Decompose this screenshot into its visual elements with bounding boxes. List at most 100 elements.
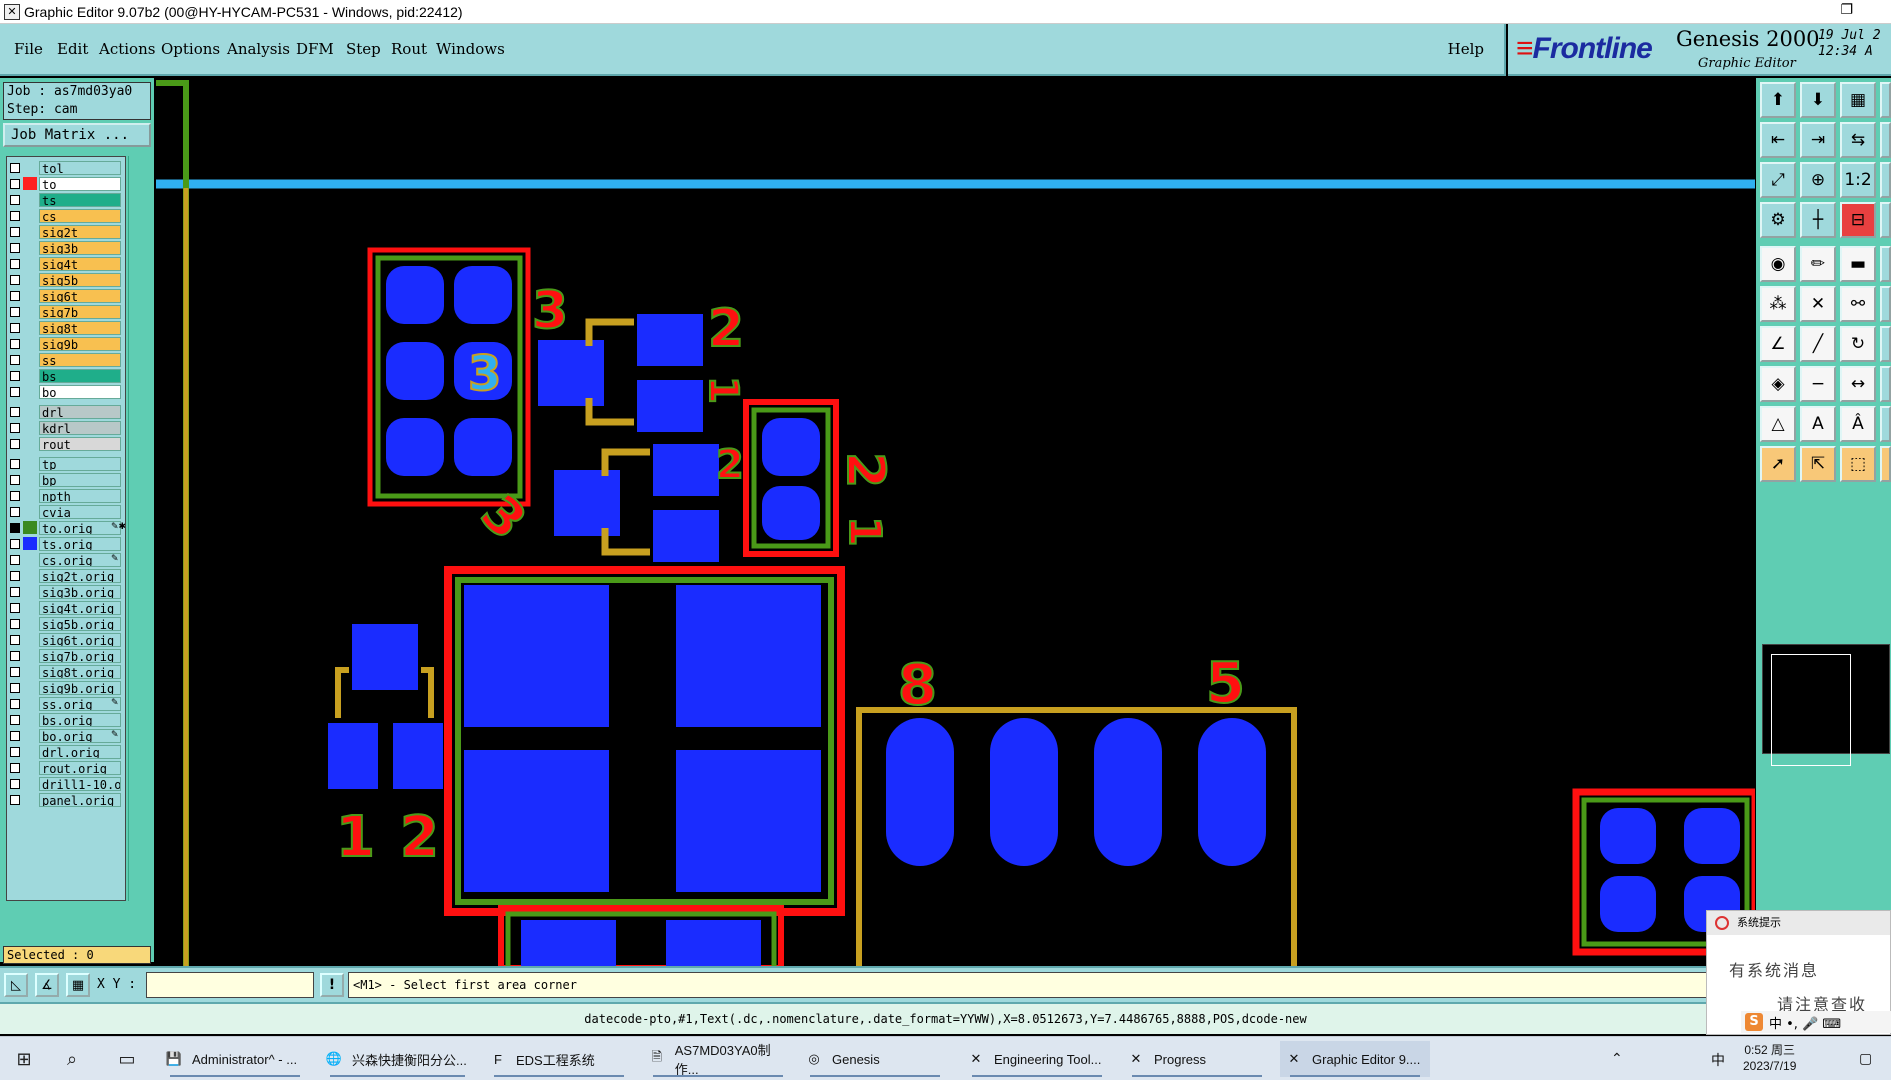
layer-color-swatch[interactable]	[23, 257, 37, 270]
line-icon[interactable]: ╱	[1800, 326, 1836, 362]
layer-checkbox[interactable]	[10, 538, 20, 549]
layer-row[interactable]: tol	[7, 160, 125, 175]
layer-name[interactable]: ts	[39, 192, 121, 207]
menu-help[interactable]: Help	[1448, 40, 1484, 58]
minus-icon[interactable]: −	[1800, 366, 1836, 402]
layer-checkbox[interactable]	[10, 370, 20, 381]
toolbar-overflow-button[interactable]	[1880, 162, 1891, 198]
menu-edit[interactable]: Edit	[57, 40, 88, 58]
toolbar-overflow-button[interactable]	[1880, 446, 1891, 482]
notification-center-icon[interactable]: ▢	[1859, 1050, 1872, 1067]
layer-checkbox[interactable]	[10, 258, 20, 269]
graphic-canvas[interactable]: 3 2 1 2 3 2 1 3 8 5 1 2	[156, 78, 1755, 966]
layer-color-swatch[interactable]	[23, 161, 37, 174]
layer-checkbox[interactable]	[10, 354, 20, 365]
layer-row[interactable]: tp	[7, 456, 125, 471]
link-icon[interactable]: ⚯	[1840, 286, 1876, 322]
taskbar-item[interactable]: 🌐 兴森快捷衡阳分公...	[320, 1041, 475, 1077]
search-icon[interactable]: ⌕	[60, 1047, 84, 1071]
tools-icon[interactable]: ⚙	[1760, 202, 1796, 238]
layer-checkbox[interactable]	[10, 422, 20, 433]
layer-checkbox[interactable]	[10, 438, 20, 449]
layer-name[interactable]: sig4t	[39, 256, 121, 271]
layer-color-swatch[interactable]	[23, 713, 37, 726]
layer-color-swatch[interactable]	[23, 665, 37, 678]
layer-name[interactable]: sig9b.orig	[39, 680, 121, 695]
menu-analysis[interactable]: Analysis	[227, 40, 290, 58]
select-area-icon[interactable]: ⬚	[1840, 446, 1876, 482]
node-icon[interactable]: ⁂	[1760, 286, 1796, 322]
layer-name[interactable]: npth	[39, 488, 121, 503]
layer-checkbox[interactable]	[10, 522, 20, 533]
layer-row[interactable]: sig6t.orig	[7, 632, 125, 647]
layer-name[interactable]: rout	[39, 436, 121, 451]
system-notification[interactable]: 系统提示 有系统消息 请注意查收 S 中 •, 🎤 ⌨	[1706, 910, 1891, 1035]
layer-color-swatch[interactable]	[23, 489, 37, 502]
layer-color-swatch[interactable]	[23, 473, 37, 486]
layer-row[interactable]: ss	[7, 352, 125, 367]
layer-row[interactable]: cvia	[7, 504, 125, 519]
menu-rout[interactable]: Rout	[391, 40, 427, 58]
layer-color-swatch[interactable]	[23, 209, 37, 222]
layer-checkbox[interactable]	[10, 306, 20, 317]
layer-checkbox[interactable]	[10, 162, 20, 173]
pen-icon[interactable]: ✏	[1800, 246, 1836, 282]
taskbar-item[interactable]: ◎ Genesis	[800, 1041, 950, 1077]
layer-row[interactable]: bs	[7, 368, 125, 383]
select-icon[interactable]: ⇱	[1800, 446, 1836, 482]
layer-checkbox[interactable]	[10, 178, 20, 189]
layer-row[interactable]: sig8t	[7, 320, 125, 335]
layer-checkbox[interactable]	[10, 698, 20, 709]
layer-color-swatch[interactable]	[23, 777, 37, 790]
layer-row[interactable]: npth	[7, 488, 125, 503]
layer-row[interactable]: sig2t	[7, 224, 125, 239]
flip-left-icon[interactable]: ⇤	[1760, 122, 1796, 158]
taskbar-item[interactable]: F EDS工程系统	[484, 1041, 634, 1077]
layer-row[interactable]: bp	[7, 472, 125, 487]
menu-options[interactable]: Options	[161, 40, 220, 58]
layer-color-swatch[interactable]	[23, 421, 37, 434]
angle-snap-icon[interactable]: ∡	[35, 973, 59, 997]
layer-name[interactable]: bo	[39, 384, 121, 399]
layer-checkbox[interactable]	[10, 666, 20, 677]
layer-color-swatch[interactable]	[23, 289, 37, 302]
taskbar-item[interactable]: ✕ Engineering Tool...	[962, 1041, 1112, 1077]
layer-color-swatch[interactable]	[23, 537, 37, 550]
layer-color-swatch[interactable]	[23, 353, 37, 366]
menu-dfm[interactable]: DFM	[296, 40, 334, 58]
layer-color-swatch[interactable]	[23, 505, 37, 518]
layer-color-swatch[interactable]	[23, 569, 37, 582]
layer-color-swatch[interactable]	[23, 745, 37, 758]
layer-row[interactable]: ts	[7, 192, 125, 207]
grid-icon[interactable]: ▦	[1840, 82, 1876, 118]
layer-color-swatch[interactable]	[23, 649, 37, 662]
cross-grid-icon[interactable]: ┼	[1800, 202, 1836, 238]
layer-color-swatch[interactable]	[23, 457, 37, 470]
layer-name[interactable]: sig2t	[39, 224, 121, 239]
layer-row[interactable]: cs	[7, 208, 125, 223]
layer-row[interactable]: bo.orig ✎	[7, 728, 125, 743]
layer-name[interactable]: drill1-10.o	[39, 776, 121, 791]
layer-checkbox[interactable]	[10, 338, 20, 349]
layer-checkbox[interactable]	[10, 210, 20, 221]
layer-checkbox[interactable]	[10, 762, 20, 773]
layer-checkbox[interactable]	[10, 634, 20, 645]
layer-name[interactable]: kdrl	[39, 420, 121, 435]
taskbar-item[interactable]: ✕ Graphic Editor 9....	[1280, 1041, 1430, 1077]
layer-name[interactable]: sig7b.orig	[39, 648, 121, 663]
layer-name[interactable]: sig4t.orig	[39, 600, 121, 615]
layer-checkbox[interactable]	[10, 570, 20, 581]
layer-checkbox[interactable]	[10, 794, 20, 805]
layer-up-icon[interactable]: ⬆	[1760, 82, 1796, 118]
layer-color-swatch[interactable]	[23, 617, 37, 630]
menu-file[interactable]: File	[14, 40, 43, 58]
ime-toolbar[interactable]: S 中 •, 🎤 ⌨	[1741, 1011, 1891, 1033]
layer-color-swatch[interactable]	[23, 761, 37, 774]
layer-checkbox[interactable]	[10, 778, 20, 789]
layer-row[interactable]: drl.orig	[7, 744, 125, 759]
layer-color-swatch[interactable]	[23, 601, 37, 614]
layer-checkbox[interactable]	[10, 194, 20, 205]
layer-color-swatch[interactable]	[23, 553, 37, 566]
layer-row[interactable]: to.orig ✎✱	[7, 520, 125, 535]
layer-row[interactable]: ss.orig ✎	[7, 696, 125, 711]
